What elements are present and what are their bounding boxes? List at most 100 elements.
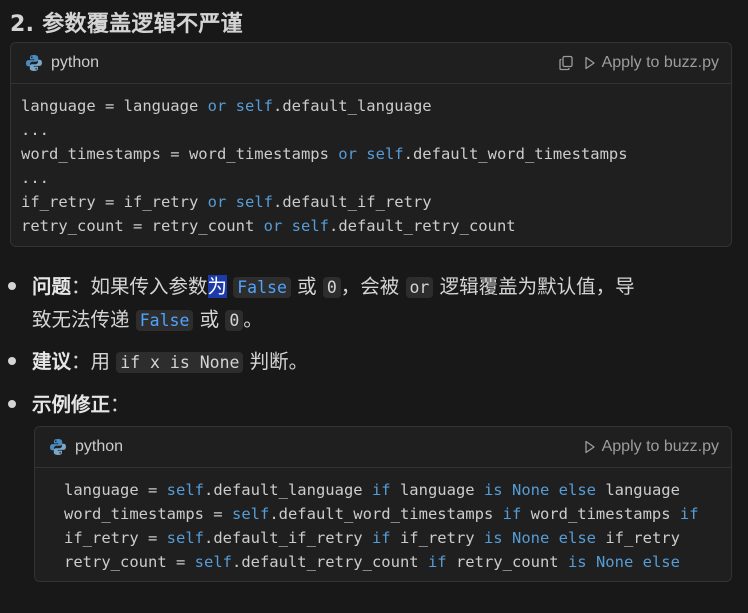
code-token: .default_retry_count <box>231 553 428 571</box>
code-keyword: else <box>558 529 596 547</box>
code-token: ... <box>21 169 49 187</box>
play-icon <box>584 56 596 70</box>
problem-label: 问题 <box>32 275 72 298</box>
code-block-1: python Apply to buzz.py language = langu… <box>10 42 732 247</box>
text-selection[interactable]: 为 <box>207 275 228 298</box>
bullet-dot <box>8 282 16 290</box>
code-line: retry_count = self.default_retry_count i… <box>64 550 731 574</box>
apply-button[interactable]: Apply to buzz.py <box>584 438 719 456</box>
code-keyword: self <box>235 193 273 211</box>
language-label: python <box>75 438 124 455</box>
code-line: retry_count = retry_count or self.defaul… <box>21 214 731 238</box>
code-keyword: self <box>235 97 273 115</box>
language-label: python <box>51 54 100 71</box>
code-keyword: is <box>483 481 503 499</box>
python-icon <box>25 54 43 72</box>
code-keyword: self <box>291 217 329 235</box>
code-token: language <box>390 481 484 499</box>
python-icon <box>49 438 67 456</box>
inline-code-false: False <box>135 310 194 331</box>
code-token: if_retry = <box>64 529 167 547</box>
code-token: .default_language <box>203 481 372 499</box>
code-keyword: if <box>427 553 447 571</box>
code-keyword: or <box>207 193 227 211</box>
code-token: language = language <box>21 97 208 115</box>
code-line: language = self.default_language if lang… <box>64 478 731 502</box>
code-keyword: if <box>371 529 391 547</box>
code-keyword: self <box>194 553 232 571</box>
code-token: retry_count = retry_count <box>21 217 264 235</box>
copy-icon[interactable] <box>558 55 574 71</box>
problem-text: ，会被 <box>340 275 400 298</box>
problem-text: 或 <box>297 275 317 298</box>
problem-text: 致无法传递 <box>32 308 130 331</box>
code-keyword: or <box>207 97 227 115</box>
code-token: .default_retry_count <box>328 217 516 235</box>
code-token: retry_count = <box>64 553 195 571</box>
code-block-2: python Apply to buzz.py language = self.… <box>34 426 732 582</box>
problem-text: 。 <box>243 308 263 331</box>
code-token: .default_if_retry <box>272 193 432 211</box>
bullet-dot <box>8 357 16 365</box>
code-token: language <box>595 481 680 499</box>
code-token: .default_if_retry <box>203 529 372 547</box>
problem-text: ：如果传入参数 <box>71 275 208 298</box>
code-token: if_retry = if_retry <box>21 193 208 211</box>
code-token: word_timestamps <box>521 505 680 523</box>
code-token: if_retry <box>595 529 680 547</box>
code-keyword: if <box>679 505 699 523</box>
code-token: if_retry <box>390 529 484 547</box>
inline-code-zero: 0 <box>322 277 341 298</box>
code-content[interactable]: language = language or self.default_lang… <box>11 84 731 246</box>
example-label: 示例修正 <box>32 393 111 416</box>
inline-code-or: or <box>405 277 434 298</box>
bullet-dot <box>8 400 16 408</box>
code-keyword: None <box>595 553 634 571</box>
apply-button[interactable]: Apply to buzz.py <box>584 54 719 72</box>
code-keyword: else <box>642 553 680 571</box>
code-token: language = <box>64 481 167 499</box>
play-icon <box>584 440 596 454</box>
problem-text: 或 <box>199 308 220 331</box>
code-token: .default_word_timestamps <box>403 145 628 163</box>
code-token: .default_word_timestamps <box>269 505 503 523</box>
code-keyword: self <box>166 481 204 499</box>
code-content[interactable]: language = self.default_language if lang… <box>35 468 731 582</box>
code-token: ... <box>21 121 49 139</box>
code-keyword: None <box>511 481 550 499</box>
code-keyword: if <box>502 505 522 523</box>
code-token: word_timestamps = word_timestamps <box>21 145 339 163</box>
inline-code-false: False <box>233 277 291 298</box>
code-keyword: or <box>338 145 357 163</box>
code-token: .default_language <box>272 97 432 115</box>
code-keyword: or <box>263 217 283 235</box>
apply-label: Apply to buzz.py <box>601 438 719 455</box>
code-keyword: is <box>483 529 503 547</box>
code-keyword: self <box>231 505 270 523</box>
code-keyword: self <box>166 529 204 547</box>
code-line: if_retry = self.default_if_retry if if_r… <box>64 526 731 550</box>
code-line: word_timestamps = word_timestamps or sel… <box>21 142 731 166</box>
section-heading: 2. 参数覆盖逻辑不严谨 <box>10 12 243 37</box>
apply-label: Apply to buzz.py <box>601 54 719 71</box>
code-line: ... <box>21 118 731 142</box>
example-text: ： <box>110 393 130 416</box>
code-block-header: python Apply to buzz.py <box>35 427 731 468</box>
code-line: language = language or self.default_lang… <box>21 94 731 118</box>
code-line: if_retry = if_retry or self.default_if_r… <box>21 190 731 214</box>
code-keyword: self <box>366 145 404 163</box>
bullet-example: 示例修正： <box>8 388 130 421</box>
code-line: word_timestamps = self.default_word_time… <box>64 502 731 526</box>
code-token: word_timestamps = <box>64 505 232 523</box>
code-token: retry_count <box>446 553 568 571</box>
inline-code-zero: 0 <box>225 310 244 331</box>
